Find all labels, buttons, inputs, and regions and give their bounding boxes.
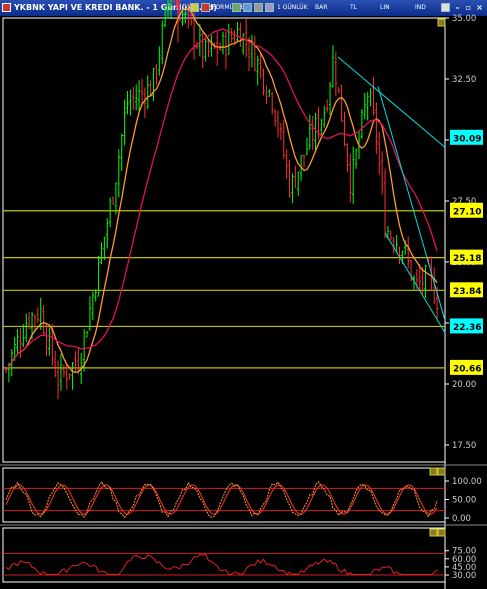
panel-button-icon-4 [437, 528, 446, 537]
price-level-badge-text: 22.36 [453, 323, 481, 333]
price-axis-tick-label: 17.50 [452, 441, 476, 451]
panel-button-icon-0 [437, 18, 446, 27]
price-level-badge-text: 27.10 [453, 207, 481, 217]
chart-canvas[interactable]: 42.5040.0037.5035.0032.5030.0027.5025.00… [0, 0, 487, 589]
price-level-badge-text: 30.09 [453, 134, 481, 144]
panel-button-icon-3 [429, 528, 438, 537]
price-axis-tick-label: 35.00 [452, 14, 476, 24]
panel-button-icon-1 [429, 467, 438, 476]
price-level-badge-text: 25.18 [453, 254, 481, 264]
rsi-axis-tick-label: 30.00 [452, 571, 476, 581]
price-axis-tick-label: 32.50 [452, 75, 476, 85]
panel-frame-0 [2, 17, 446, 463]
panel-frame-2 [2, 527, 446, 583]
panel-button-icon-2 [437, 467, 446, 476]
oscillator-axis-tick-label: 50.00 [452, 496, 476, 506]
oscillator-axis-tick-label: 0.00 [452, 514, 471, 524]
chart-window: YKBNK YAPI VE KREDI BANK. - 1 Günlük (.1… [0, 0, 487, 589]
oscillator-axis-tick-label: 100.00 [452, 477, 482, 487]
price-level-badge-text: 20.66 [453, 364, 481, 374]
price-level-badge-text: 23.84 [453, 287, 481, 297]
price-axis-tick-label: 20.00 [452, 380, 476, 390]
